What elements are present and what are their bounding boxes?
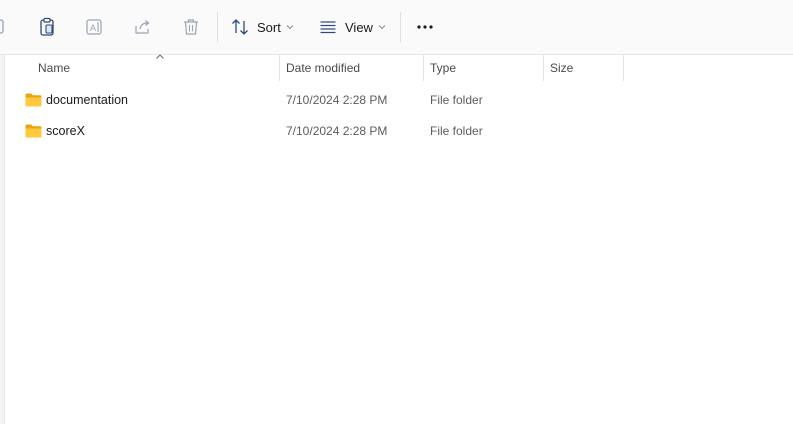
file-row[interactable]: scoreX 7/10/2024 2:28 PM File folder [5, 117, 785, 145]
folder-icon [25, 93, 42, 107]
view-button[interactable]: View [318, 13, 390, 41]
folder-icon [25, 124, 42, 138]
column-divider[interactable] [279, 55, 280, 81]
file-row[interactable]: documentation 7/10/2024 2:28 PM File fol… [5, 86, 785, 114]
delete-icon [184, 19, 198, 35]
sort-label: Sort [257, 19, 281, 35]
file-name: documentation [46, 93, 129, 107]
file-explorer-window: A Sort View Name Date modified Type Size… [0, 0, 793, 424]
rename-button[interactable]: A [82, 13, 108, 41]
file-type: File folder [430, 93, 483, 107]
chevron-down-icon [378, 25, 386, 30]
new-icon [0, 19, 4, 34]
command-bar: A Sort View [0, 0, 793, 55]
more-icon [417, 25, 433, 29]
file-date-modified: 7/10/2024 2:28 PM [286, 124, 388, 138]
column-header-size[interactable]: Size [550, 55, 573, 81]
column-divider[interactable] [623, 55, 624, 81]
sort-icon [232, 19, 248, 35]
view-icon [320, 21, 336, 34]
new-item-button[interactable] [0, 13, 12, 41]
sort-button[interactable]: Sort [230, 13, 300, 41]
column-header-row: Name Date modified Type Size [5, 54, 793, 81]
rename-icon: A [86, 19, 102, 35]
toolbar-separator [400, 12, 401, 42]
file-type: File folder [430, 124, 483, 138]
column-header-date-modified[interactable]: Date modified [286, 55, 360, 81]
more-options-button[interactable] [410, 13, 440, 41]
share-button[interactable] [130, 13, 156, 41]
column-header-type[interactable]: Type [430, 55, 456, 81]
file-name-cell: scoreX [25, 117, 85, 145]
chevron-down-icon [286, 25, 294, 30]
sort-ascending-icon [156, 54, 164, 59]
paste-icon [40, 17, 54, 36]
view-label: View [345, 19, 373, 35]
column-header-name[interactable]: Name [38, 55, 70, 81]
delete-button[interactable] [178, 13, 204, 41]
column-divider[interactable] [423, 55, 424, 81]
svg-text:A: A [90, 23, 96, 33]
share-icon [135, 20, 150, 34]
toolbar-separator [217, 12, 218, 42]
file-name: scoreX [46, 124, 85, 138]
paste-button[interactable] [34, 13, 60, 41]
file-name-cell: documentation [25, 86, 128, 114]
file-date-modified: 7/10/2024 2:28 PM [286, 93, 388, 107]
column-divider[interactable] [543, 55, 544, 81]
